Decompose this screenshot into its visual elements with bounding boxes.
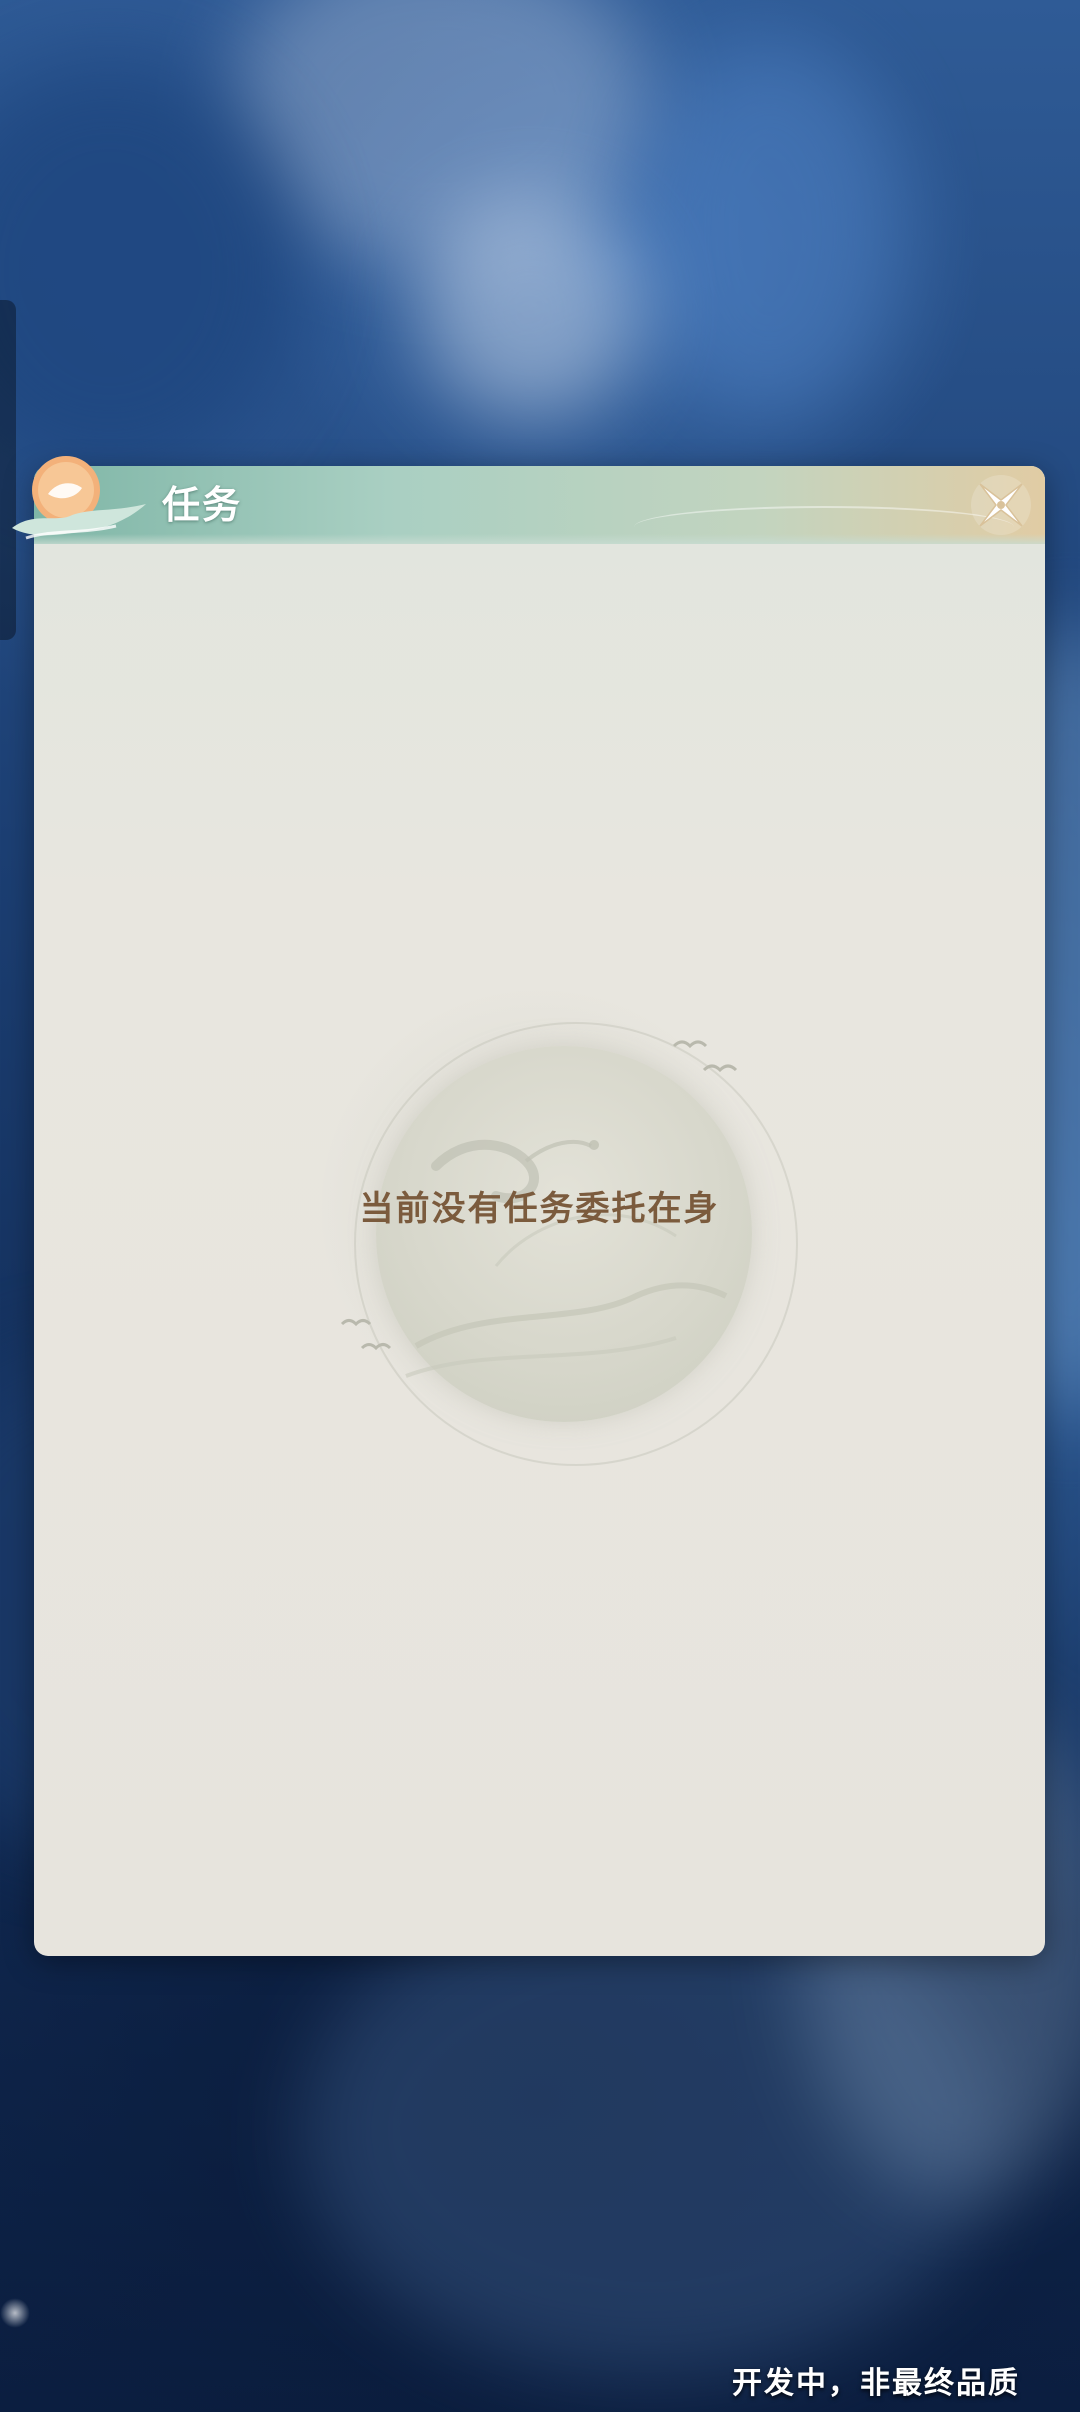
dialog-header: 任务: [34, 466, 1045, 544]
birds-decoration-icon: [340, 1319, 392, 1351]
empty-state-message: 当前没有任务委托在身: [359, 1189, 720, 1229]
crane-moon-illustration-icon: [405, 1139, 728, 1378]
dialog-title: 任务: [162, 482, 243, 527]
close-x-icon: [971, 475, 1031, 535]
quest-dialog: 任务 当前没有任务委托在身: [34, 466, 1045, 1956]
birds-decoration-icon: [672, 1040, 738, 1073]
close-button[interactable]: [968, 472, 1034, 538]
moon-cloud-emblem-icon: [12, 456, 146, 540]
dev-watermark: 开发中，非最终品质: [732, 2366, 1020, 2401]
